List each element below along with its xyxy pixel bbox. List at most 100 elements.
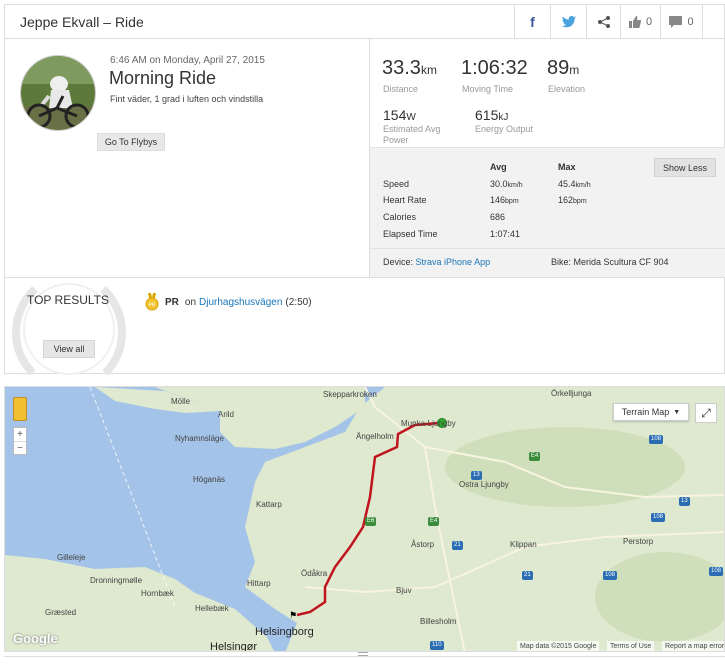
facebook-share-button[interactable]: f	[514, 5, 550, 38]
map-label: Skepparkroken	[323, 390, 377, 399]
distance-value: 33.3	[382, 57, 421, 79]
elevation-value: 89	[547, 57, 570, 79]
map-label: Örkelljunga	[551, 389, 592, 398]
device-label: Device:	[383, 257, 414, 267]
map-label: Kattarp	[256, 500, 282, 509]
comment-icon	[669, 15, 683, 28]
share-icon	[597, 15, 610, 28]
col-avg-header: Avg	[490, 162, 507, 172]
road-shield: 108	[709, 567, 724, 576]
twitter-share-button[interactable]	[550, 5, 586, 38]
view-all-button[interactable]: View all	[43, 340, 95, 358]
zoom-in-button[interactable]: +	[14, 428, 26, 441]
comment-count: 0	[687, 15, 694, 28]
divider	[370, 248, 725, 249]
row-avg-unit: bpm	[505, 198, 519, 205]
comments-button[interactable]: 0	[660, 5, 702, 38]
chevron-down-icon: ▼	[673, 408, 681, 416]
row-avg: 30.0km/h	[490, 179, 523, 189]
road-shield: 108	[603, 571, 618, 580]
energy-unit: kJ	[498, 112, 509, 123]
segment-time: (2:50)	[285, 296, 312, 308]
energy-label: Energy Output	[475, 124, 534, 134]
pr-badge-label: PR	[165, 296, 179, 308]
divider	[5, 277, 724, 278]
row-max-value: 162	[558, 195, 574, 205]
page-title: Jeppe Ekvall – Ride	[20, 14, 144, 30]
street-view-pegman-icon[interactable]	[13, 397, 27, 421]
elevation-stat: 89m	[547, 57, 579, 80]
power-unit: W	[406, 112, 416, 123]
energy-value: 615	[475, 107, 499, 123]
col-max-header: Max	[558, 162, 576, 172]
share-button[interactable]	[586, 5, 620, 38]
road-shield: 108	[651, 513, 666, 522]
road-shield: E6	[365, 517, 377, 526]
map-type-label: Terrain Map	[621, 407, 670, 417]
road-shield: E4	[428, 517, 440, 526]
map-label: Klippan	[510, 540, 537, 549]
row-max: 45.4km/h	[558, 179, 591, 189]
row-avg-value: 146	[490, 195, 506, 205]
row-label: Heart Rate	[383, 195, 427, 205]
map-label: Græsted	[45, 608, 77, 617]
go-to-flybys-button[interactable]: Go To Flybys	[97, 133, 165, 151]
facebook-icon: f	[530, 13, 535, 30]
row-label: Elapsed Time	[383, 229, 438, 239]
thumbs-up-icon	[628, 15, 641, 28]
top-results-heading: TOP RESULTS	[26, 293, 110, 307]
map-label: Mölle	[171, 397, 191, 406]
road-shield: 108	[649, 435, 664, 444]
map-data-attribution: Map data ©2015 Google	[517, 641, 600, 651]
elevation-unit: m	[569, 63, 580, 77]
road-shield: 13	[679, 497, 690, 506]
finish-marker: ⚑	[289, 611, 297, 621]
row-avg-unit: km/h	[507, 182, 523, 189]
map-label: Billesholm	[420, 617, 457, 626]
kudos-button[interactable]: 0	[620, 5, 660, 38]
terms-of-use-link[interactable]: Terms of Use	[607, 641, 655, 651]
power-label: Estimated Avg Power	[383, 124, 441, 145]
route-map[interactable]: ⚑ Skepparkroken Mölle Arild Nyhamnsläge …	[4, 386, 725, 652]
kudos-count: 0	[645, 15, 653, 28]
activity-date: 6:46 AM on Monday, April 27, 2015	[110, 55, 265, 66]
road-shield: 110	[430, 641, 444, 650]
medal-icon: PR	[145, 293, 159, 311]
fullscreen-button[interactable]: ⤢	[695, 403, 717, 423]
activity-description: Fint väder, 1 grad i luften och vindstil…	[110, 94, 264, 104]
map-label: Gilleleje	[57, 553, 86, 562]
row-avg: 1:07:41	[490, 229, 521, 239]
show-less-button[interactable]: Show Less	[654, 158, 716, 177]
athlete-avatar[interactable]	[20, 55, 96, 131]
title-bar: Jeppe Ekvall – Ride f 0 0	[5, 5, 724, 39]
map-label: Höganäs	[193, 475, 226, 484]
map-label: Ostra Ljungby	[459, 480, 509, 489]
power-value: 154	[383, 107, 407, 123]
segment-link[interactable]: Djurhagshusvägen	[199, 297, 282, 308]
google-logo: Google	[13, 631, 58, 646]
activity-name: Morning Ride	[109, 68, 217, 88]
map-type-dropdown[interactable]: Terrain Map ▼	[613, 403, 689, 421]
row-avg: 146bpm	[490, 195, 519, 205]
zoom-control: + −	[13, 427, 27, 455]
map-label: Helsingør	[210, 641, 258, 652]
map-label: Munka-Ljungby	[401, 419, 456, 428]
activity-panel: Jeppe Ekvall – Ride f 0 0 6:46 AM on Mon…	[4, 4, 725, 375]
row-max-unit: km/h	[575, 182, 591, 189]
bottom-divider	[4, 656, 725, 666]
distance-label: Distance	[383, 84, 419, 94]
road-shield: E4	[529, 452, 541, 461]
device-link[interactable]: Strava iPhone App	[416, 257, 491, 267]
map-label: Nyhamnsläge	[175, 434, 224, 443]
map-label: Ängelholm	[356, 432, 394, 441]
map-label: Bjuv	[396, 586, 412, 595]
moving-time-value: 1:06:32	[461, 57, 528, 79]
power-stat: 154W	[383, 107, 416, 123]
report-map-error-link[interactable]: Report a map error	[662, 641, 724, 651]
distance-stat: 33.3km	[382, 57, 437, 80]
map-label: Helsingborg	[255, 626, 314, 638]
zoom-out-button[interactable]: −	[14, 441, 26, 455]
map-label: Perstorp	[623, 537, 654, 546]
stats-panel: 33.3km Distance 1:06:32 Moving Time 89m …	[369, 39, 725, 277]
twitter-icon	[561, 15, 576, 27]
